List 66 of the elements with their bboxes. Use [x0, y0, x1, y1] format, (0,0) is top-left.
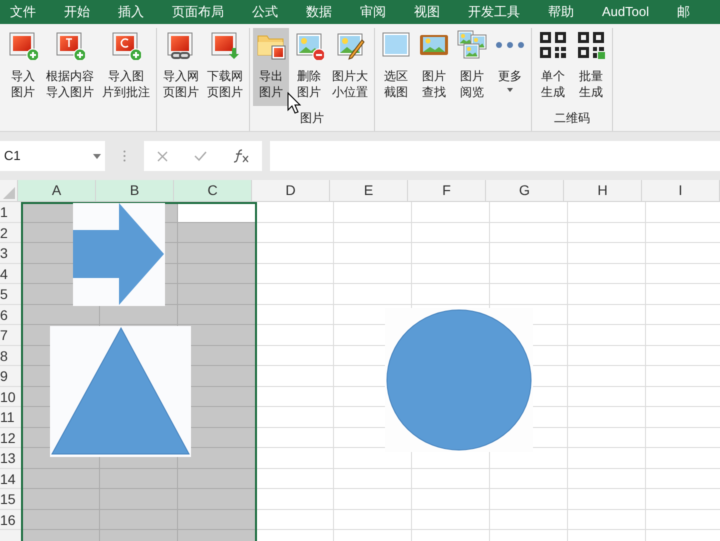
grip-icon: [123, 150, 126, 162]
row-header[interactable]: 5: [0, 284, 22, 304]
row-header[interactable]: 3: [0, 243, 22, 262]
row-header[interactable]: 8: [0, 346, 22, 365]
ribbon-tab[interactable]: 开发工具: [468, 2, 520, 22]
ribbon-tab[interactable]: 开始: [64, 2, 90, 22]
picture-tool-icon: [576, 30, 606, 60]
column-header[interactable]: A: [18, 180, 96, 201]
ribbon-button[interactable]: 删除 图片: [291, 28, 327, 106]
picture-tool-icon: [55, 30, 85, 60]
ribbon-tab[interactable]: 公式: [252, 2, 278, 22]
ribbon-button[interactable]: 导入图 片到批注: [99, 28, 153, 106]
ribbon-button[interactable]: 导入 图片: [5, 28, 41, 106]
ribbon-button[interactable]: 图片 阅览: [454, 28, 490, 106]
name-box[interactable]: C1: [0, 141, 105, 171]
ribbon-button[interactable]: 根据内容 导入图片: [43, 28, 97, 106]
picture-tool-icon: [111, 30, 141, 60]
select-all-icon[interactable]: [3, 187, 15, 199]
picture-tool-icon: [538, 30, 568, 60]
group-label: 图片: [300, 110, 324, 127]
arrow-shape[interactable]: [73, 203, 165, 306]
ribbon-tab[interactable]: 文件: [10, 2, 36, 22]
row-header[interactable]: 7: [0, 325, 22, 344]
caret-icon: [507, 88, 513, 92]
row-header[interactable]: 4: [0, 264, 22, 283]
row-header[interactable]: 9: [0, 366, 22, 386]
row-header[interactable]: 13: [0, 448, 22, 468]
ribbon-tab[interactable]: 数据: [306, 2, 332, 22]
ribbon-button[interactable]: 批量 生成: [573, 28, 609, 106]
ribbon-tab[interactable]: 帮助: [548, 2, 574, 22]
picture-tool-icon: [457, 30, 487, 60]
ribbon-button[interactable]: 图片大 小位置: [329, 28, 371, 106]
check-icon[interactable]: [194, 151, 207, 161]
triangle-shape[interactable]: [50, 326, 191, 457]
picture-tool-icon: [8, 30, 38, 60]
column-header[interactable]: B: [96, 180, 174, 201]
picture-tool-icon: [210, 30, 240, 60]
group-label: 二维码: [554, 110, 590, 127]
ribbon-button[interactable]: 下载网 页图片: [204, 28, 246, 106]
ribbon-tab[interactable]: 视图: [414, 2, 440, 22]
ribbon-button[interactable]: 导入网 页图片: [160, 28, 202, 106]
ribbon-button[interactable]: 单个 生成: [535, 28, 571, 106]
function-icon[interactable]: [233, 149, 249, 163]
ribbon-button[interactable]: 选区 截图: [378, 28, 414, 106]
ribbon-tab[interactable]: 审阅: [360, 2, 386, 22]
more-icon: [496, 42, 524, 48]
row-header[interactable]: 10: [0, 386, 22, 406]
column-header[interactable]: C: [174, 180, 252, 201]
active-cell[interactable]: [178, 202, 255, 222]
ribbon-tab[interactable]: 邮: [676, 2, 690, 22]
ribbon-tab[interactable]: 页面布局: [172, 2, 224, 22]
dropdown-icon: [93, 154, 101, 158]
row-header[interactable]: 14: [0, 468, 22, 488]
row-header[interactable]: 16: [0, 510, 22, 529]
row-header[interactable]: 15: [0, 489, 22, 508]
row-header[interactable]: 12: [0, 428, 22, 447]
ribbon-button[interactable]: 导出 图片: [253, 28, 289, 106]
row-header[interactable]: 2: [0, 222, 22, 242]
ribbon-tab[interactable]: AudTool: [602, 2, 649, 22]
ribbon-tab[interactable]: 插入: [118, 2, 144, 22]
ribbon-button[interactable]: 图片 查找: [416, 28, 452, 106]
row-header[interactable]: 6: [0, 304, 22, 324]
cancel-icon[interactable]: [157, 150, 168, 162]
ribbon-button[interactable]: 更多: [492, 28, 528, 106]
row-header[interactable]: 11: [0, 407, 22, 426]
row-header[interactable]: 1: [0, 202, 22, 222]
